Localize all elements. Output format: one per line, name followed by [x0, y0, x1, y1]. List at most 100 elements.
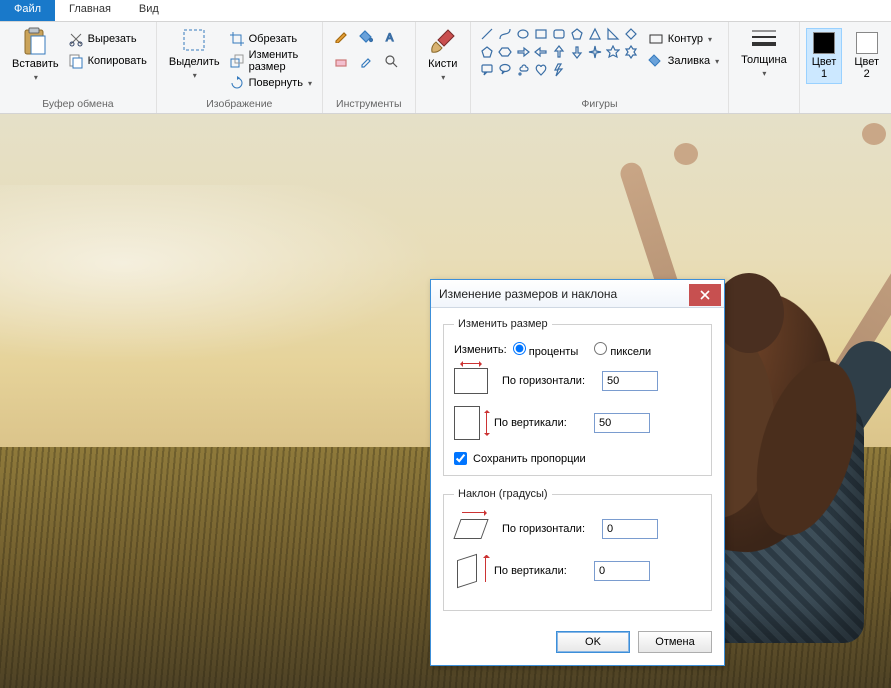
vert-label: По вертикали:: [494, 417, 584, 429]
shape-arrow-r[interactable]: [515, 44, 531, 60]
select-button[interactable]: Выделить▾: [163, 24, 226, 84]
svg-text:A: A: [386, 32, 394, 43]
cut-icon: [68, 31, 84, 47]
tab-view[interactable]: Вид: [125, 0, 173, 21]
shape-callout-oval[interactable]: [497, 62, 513, 78]
shape-star5[interactable]: [605, 44, 621, 60]
skew-legend: Наклон (градусы): [454, 488, 552, 500]
fill-icon: [648, 53, 664, 69]
group-stroke: Толщина▾ .: [729, 22, 800, 113]
text-tool[interactable]: A: [383, 28, 399, 44]
cancel-button[interactable]: Отмена: [638, 631, 712, 653]
crop-icon: [229, 31, 245, 47]
aspect-checkbox-label[interactable]: Сохранить пропорции: [454, 452, 701, 465]
ribbon: Вставить▾ Вырезать Копировать Буфер обме…: [0, 22, 891, 114]
shape-callout-rect[interactable]: [479, 62, 495, 78]
close-icon: [700, 290, 710, 300]
close-button[interactable]: [689, 284, 721, 306]
eraser-tool[interactable]: [333, 53, 349, 69]
dialog-titlebar[interactable]: Изменение размеров и наклона: [431, 280, 724, 308]
ok-button[interactable]: OK: [556, 631, 630, 653]
tab-home[interactable]: Главная: [55, 0, 125, 21]
shape-line[interactable]: [479, 26, 495, 42]
shape-heart[interactable]: [533, 62, 549, 78]
radio-pixels[interactable]: [594, 342, 607, 355]
shape-diamond[interactable]: [623, 26, 639, 42]
resize-legend: Изменить размер: [454, 318, 552, 330]
crop-button[interactable]: Обрезать: [226, 29, 316, 49]
color1-button[interactable]: Цвет 1: [806, 28, 843, 84]
select-icon: [180, 26, 208, 54]
vert-thumb-icon: [454, 406, 480, 440]
tab-file[interactable]: Файл: [0, 0, 55, 21]
resize-button[interactable]: Изменить размер: [226, 51, 316, 71]
skew-vert-input[interactable]: [594, 561, 650, 581]
copy-button[interactable]: Копировать: [65, 51, 150, 71]
shape-oval[interactable]: [515, 26, 531, 42]
vert-input[interactable]: [594, 413, 650, 433]
shape-roundrect[interactable]: [551, 26, 567, 42]
resize-fieldset: Изменить размер Изменить: проценты пиксе…: [443, 318, 712, 476]
skew-vert-label: По вертикали:: [494, 565, 584, 577]
outline-icon: [648, 31, 664, 47]
group-image-label: Изображение: [206, 97, 272, 113]
radio-percent-label[interactable]: проценты: [513, 342, 579, 358]
stroke-icon: [749, 26, 779, 52]
aspect-checkbox[interactable]: [454, 452, 467, 465]
horiz-thumb-icon: [454, 368, 488, 394]
shape-curve[interactable]: [497, 26, 513, 42]
group-brushes: Кисти▾ Кисти: [416, 22, 471, 113]
copy-icon: [68, 53, 84, 69]
rotate-icon: [229, 75, 245, 91]
fill-button[interactable]: Заливка▾: [645, 51, 722, 71]
brush-button[interactable]: Кисти▾: [422, 24, 464, 86]
radio-pixels-label[interactable]: пиксели: [594, 342, 651, 358]
group-image: Выделить▾ Обрезать Изменить размер Повер…: [157, 22, 323, 113]
magnifier-tool[interactable]: [383, 53, 399, 69]
shapes-gallery[interactable]: [477, 24, 641, 80]
shape-star6[interactable]: [623, 44, 639, 60]
shape-pentagon[interactable]: [479, 44, 495, 60]
shape-right-triangle[interactable]: [605, 26, 621, 42]
shape-rect[interactable]: [533, 26, 549, 42]
radio-percent[interactable]: [513, 342, 526, 355]
canvas-area[interactable]: Изменение размеров и наклона Изменить ра…: [0, 114, 891, 688]
menu-tabs: Файл Главная Вид: [0, 0, 891, 22]
skew-horiz-icon: [454, 516, 488, 542]
group-clipboard: Вставить▾ Вырезать Копировать Буфер обме…: [0, 22, 157, 113]
resize-by-label: Изменить:: [454, 344, 507, 356]
shape-arrow-l[interactable]: [533, 44, 549, 60]
skew-fieldset: Наклон (градусы) По горизонтали: По верт…: [443, 488, 712, 611]
group-shapes: Контур▾ Заливка▾ Фигуры: [471, 22, 729, 113]
color2-button[interactable]: Цвет 2: [848, 28, 885, 84]
outline-button[interactable]: Контур▾: [645, 29, 722, 49]
resize-dialog: Изменение размеров и наклона Изменить ра…: [430, 279, 725, 666]
stroke-width-button[interactable]: Толщина▾: [735, 24, 793, 82]
skew-horiz-label: По горизонтали:: [502, 523, 592, 535]
shape-callout-cloud[interactable]: [515, 62, 531, 78]
shape-triangle[interactable]: [587, 26, 603, 42]
shape-arrow-d[interactable]: [569, 44, 585, 60]
group-clipboard-label: Буфер обмена: [42, 97, 113, 113]
paste-button[interactable]: Вставить▾: [6, 24, 65, 86]
shape-arrow-u[interactable]: [551, 44, 567, 60]
pencil-tool[interactable]: [333, 28, 349, 44]
shape-polygon[interactable]: [569, 26, 585, 42]
horiz-label: По горизонтали:: [502, 375, 592, 387]
brush-icon: [428, 26, 458, 56]
shape-star4[interactable]: [587, 44, 603, 60]
shape-lightning[interactable]: [551, 62, 567, 78]
fill-tool[interactable]: [358, 28, 374, 44]
group-colors: Цвет 1 Цвет 2 .: [800, 22, 891, 113]
skew-vert-icon: [454, 554, 480, 588]
rotate-button[interactable]: Повернуть▾: [226, 73, 316, 93]
picker-tool[interactable]: [358, 53, 374, 69]
group-tools: A Инструменты: [323, 22, 416, 113]
horiz-input[interactable]: [602, 371, 658, 391]
group-shapes-label: Фигуры: [581, 97, 617, 113]
shape-hexagon[interactable]: [497, 44, 513, 60]
dialog-title: Изменение размеров и наклона: [439, 287, 689, 301]
skew-horiz-input[interactable]: [602, 519, 658, 539]
resize-icon: [229, 53, 245, 69]
cut-button[interactable]: Вырезать: [65, 29, 150, 49]
